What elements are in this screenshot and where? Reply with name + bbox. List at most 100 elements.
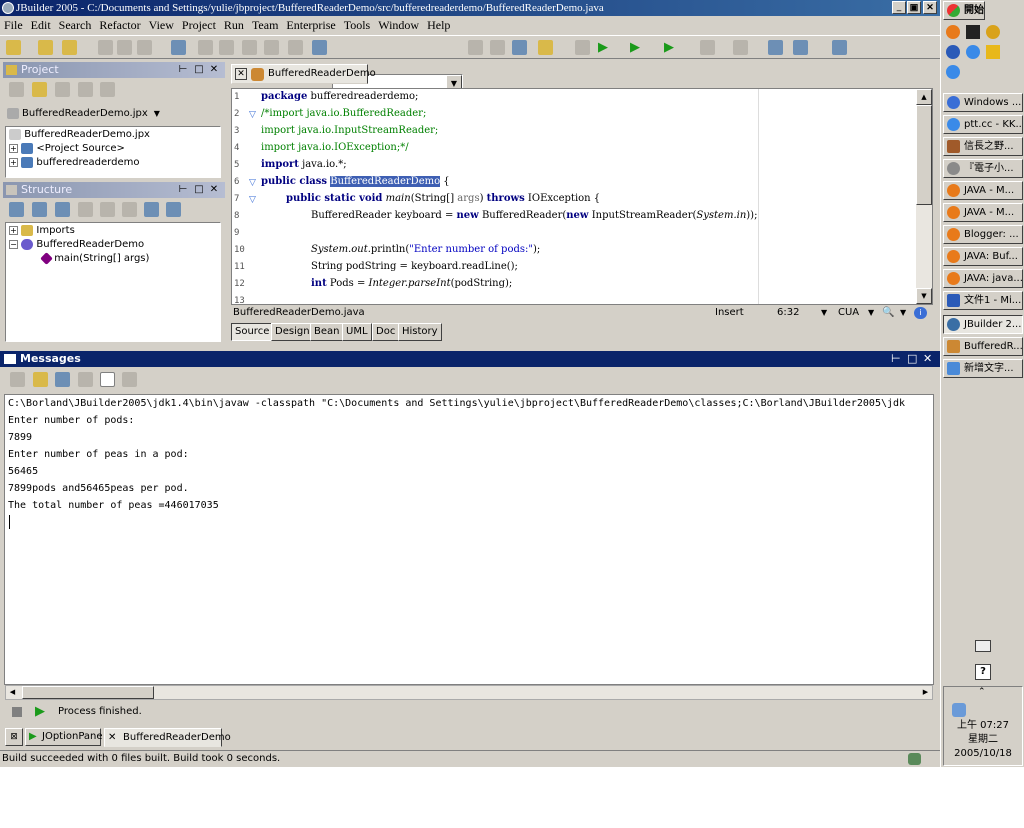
tab-menu-icon[interactable]: ⊠: [5, 728, 23, 746]
wrap-icon[interactable]: [100, 372, 115, 387]
tree-item-main[interactable]: main(String[] args): [40, 251, 149, 266]
find-next-icon[interactable]: [468, 40, 483, 55]
close-button[interactable]: ✕: [923, 1, 937, 14]
undo-icon[interactable]: [198, 40, 213, 55]
taskbar-item[interactable]: BufferedR...: [943, 337, 1023, 356]
new-file-icon[interactable]: [6, 40, 21, 55]
taskbar-item[interactable]: JAVA: Buf...: [943, 247, 1023, 266]
menu-search[interactable]: Search: [55, 16, 96, 34]
clear-icon[interactable]: [33, 372, 48, 387]
minimize-button[interactable]: _: [892, 1, 906, 14]
save-icon[interactable]: [117, 40, 132, 55]
layout-icon[interactable]: [166, 202, 181, 217]
sort-icon[interactable]: [78, 202, 93, 217]
refresh-icon[interactable]: [78, 82, 93, 97]
structure-tool-1-icon[interactable]: [9, 202, 24, 217]
ie-icon[interactable]: [966, 45, 980, 59]
maximize-icon[interactable]: □: [907, 351, 917, 367]
menu-refactor[interactable]: Refactor: [95, 16, 144, 34]
console-horizontal-scrollbar[interactable]: ◀ ▶: [5, 685, 933, 700]
scroll-thumb[interactable]: [916, 105, 932, 205]
add-files-icon[interactable]: [32, 82, 47, 97]
optimize-icon[interactable]: ▶: [664, 40, 679, 55]
run-icon[interactable]: ▶: [598, 40, 613, 55]
taskbar-item[interactable]: JAVA - M...: [943, 181, 1023, 200]
zoom-icon[interactable]: 🔍: [882, 306, 894, 320]
rerun-icon[interactable]: ▶: [35, 704, 45, 719]
status-indicator-icon[interactable]: [908, 753, 921, 765]
taskbar-item[interactable]: 文件1 - Mi...: [943, 291, 1023, 310]
console-output[interactable]: C:\Borland\JBuilder2005\jdk1.4\bin\javaw…: [4, 394, 934, 685]
start-button[interactable]: 開始: [943, 1, 985, 20]
find-again-icon[interactable]: [78, 372, 93, 387]
settings-icon[interactable]: [122, 372, 137, 387]
taskbar-item[interactable]: Blogger: ...: [943, 225, 1023, 244]
taskbar-item[interactable]: Windows ...: [943, 93, 1023, 112]
info-icon[interactable]: i: [914, 307, 927, 319]
browse-icon[interactable]: [768, 40, 783, 55]
dock-icon[interactable]: ⊢: [177, 182, 189, 198]
tree-item-imports[interactable]: + Imports: [9, 224, 75, 238]
close-icon[interactable]: ✕: [208, 182, 220, 198]
taskbar-item[interactable]: 『電子小...: [943, 159, 1023, 178]
tab-uml[interactable]: UML: [342, 323, 372, 341]
filter-icon[interactable]: [100, 202, 115, 217]
tab-bean[interactable]: Bean: [310, 323, 344, 341]
menu-help[interactable]: Help: [423, 16, 454, 34]
expand-icon[interactable]: +: [9, 225, 18, 235]
taskbar-item[interactable]: 新增文字...: [943, 359, 1023, 378]
project-tool-icon[interactable]: [9, 82, 24, 97]
close-tab-icon[interactable]: ✕: [235, 68, 247, 80]
scroll-down-icon[interactable]: ▼: [916, 288, 932, 304]
make-icon[interactable]: [538, 40, 553, 55]
tab-doc[interactable]: Doc: [372, 323, 400, 341]
window-list-icon[interactable]: [793, 40, 808, 55]
stop-icon[interactable]: [12, 707, 22, 717]
fold-icon[interactable]: ▽: [249, 195, 256, 205]
structure-tool-2-icon[interactable]: [32, 202, 47, 217]
editor-vertical-scrollbar[interactable]: ▲ ▼: [916, 89, 932, 304]
find-icon[interactable]: [312, 40, 327, 55]
taskbar-item[interactable]: JAVA - M...: [943, 203, 1023, 222]
save-all-icon[interactable]: [137, 40, 152, 55]
menu-project[interactable]: Project: [178, 16, 220, 34]
back-icon[interactable]: [700, 40, 715, 55]
menu-tools[interactable]: Tools: [340, 16, 375, 34]
chevron-down-icon[interactable]: ▼: [900, 306, 906, 320]
redo-icon[interactable]: [219, 40, 234, 55]
help-icon[interactable]: ?: [975, 664, 991, 680]
remove-icon[interactable]: [55, 82, 70, 97]
scroll-thumb[interactable]: [22, 686, 154, 699]
tree-item-package[interactable]: + bufferedreaderdemo: [9, 156, 139, 170]
collapse-icon[interactable]: −: [9, 239, 18, 249]
tab-joptionpane[interactable]: ▶ JOptionPane: [25, 728, 103, 746]
menu-file[interactable]: File: [0, 16, 27, 34]
taskbar-item[interactable]: JAVA: java...: [943, 269, 1023, 288]
hierarchy-icon[interactable]: [122, 202, 137, 217]
app-icon[interactable]: [986, 25, 1000, 39]
dock-icon[interactable]: ⊢: [891, 351, 901, 367]
media-icon[interactable]: [946, 45, 960, 59]
tree-item-project-source[interactable]: + <Project Source>: [9, 142, 125, 156]
dock-icon[interactable]: ⊢: [177, 62, 189, 78]
menu-window[interactable]: Window: [374, 16, 423, 34]
close-icon[interactable]: ✕: [923, 351, 932, 367]
menu-enterprise[interactable]: Enterprise: [282, 16, 339, 34]
app-icon[interactable]: [986, 45, 1000, 59]
insert-mode[interactable]: Insert: [715, 306, 744, 320]
check-icon[interactable]: [144, 202, 159, 217]
chevron-down-icon[interactable]: ▼: [868, 306, 874, 320]
expand-icon[interactable]: +: [9, 143, 18, 153]
copy-icon[interactable]: [242, 40, 257, 55]
maximize-icon[interactable]: □: [193, 182, 205, 198]
taskbar-item[interactable]: ptt.cc - KK...: [943, 115, 1023, 134]
pc-app-icon[interactable]: [966, 25, 980, 39]
fold-icon[interactable]: ▽: [249, 178, 256, 188]
chevron-down-icon[interactable]: ▼: [821, 306, 827, 320]
cut-icon[interactable]: [288, 40, 303, 55]
paste-icon[interactable]: [264, 40, 279, 55]
scroll-up-icon[interactable]: ▲: [916, 89, 932, 105]
menu-team[interactable]: Team: [248, 16, 282, 34]
fold-icon[interactable]: ▽: [249, 110, 256, 120]
tab-bufferedreaderdemo[interactable]: ✕ BufferedReaderDemo: [104, 728, 231, 747]
